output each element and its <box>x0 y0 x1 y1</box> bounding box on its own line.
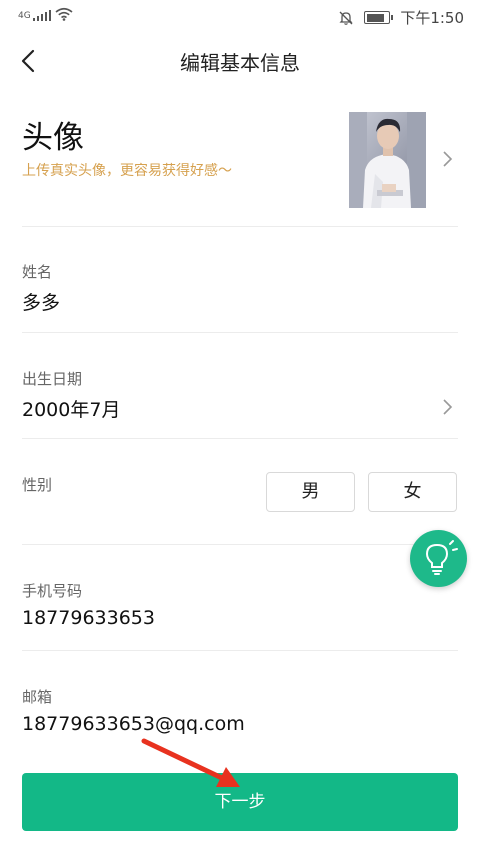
divider <box>22 332 458 333</box>
divider <box>22 544 458 545</box>
mute-bell-icon <box>339 11 353 25</box>
email-label: 邮箱 <box>22 688 53 706</box>
chevron-right-icon <box>443 151 453 167</box>
chevron-right-icon[interactable] <box>440 396 454 418</box>
avatar-image[interactable] <box>349 112 426 208</box>
status-bar: 4G 下午1:50 <box>0 0 480 34</box>
page-title: 编辑基本信息 <box>180 51 300 75</box>
lightbulb-icon <box>425 540 458 575</box>
avatar-row[interactable]: 头像 上传真实头像，更容易获得好感～ <box>22 104 458 226</box>
name-field[interactable]: 多多 <box>22 288 60 315</box>
gender-male-button[interactable]: 男 <box>266 472 355 512</box>
next-button[interactable]: 下一步 <box>22 773 458 831</box>
phone-label: 手机号码 <box>22 582 83 600</box>
phone-field[interactable]: 18779633653 <box>22 607 155 629</box>
battery-icon <box>364 11 394 24</box>
name-label: 姓名 <box>22 263 53 281</box>
birthday-field[interactable]: 2000年7月 <box>22 395 120 422</box>
divider <box>22 226 458 227</box>
birthday-label: 出生日期 <box>22 370 83 388</box>
status-time: 下午1:50 <box>400 9 464 27</box>
divider <box>22 438 458 439</box>
wifi-icon <box>55 7 73 21</box>
avatar-title: 头像 <box>22 120 84 156</box>
network-type: 4G <box>18 11 31 21</box>
status-right: 下午1:50 <box>338 7 464 28</box>
signal-icon <box>32 9 52 21</box>
header: 编辑基本信息 <box>0 34 480 88</box>
gender-female-button[interactable]: 女 <box>368 472 457 512</box>
tip-button[interactable] <box>410 530 467 587</box>
email-field[interactable]: 18779633653@qq.com <box>22 713 245 735</box>
avatar-hint: 上传真实头像，更容易获得好感～ <box>22 163 232 179</box>
divider <box>22 650 458 651</box>
gender-label: 性别 <box>22 476 53 494</box>
status-left: 4G <box>18 7 73 21</box>
